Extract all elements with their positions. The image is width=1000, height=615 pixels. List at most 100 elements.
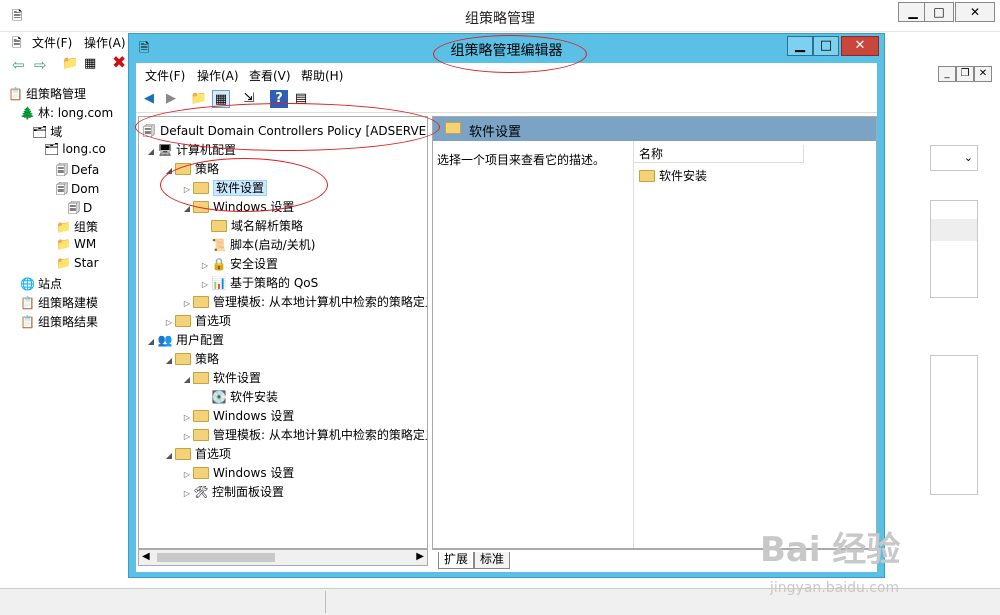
- tree-item[interactable]: 📜 脚本(启动/关机): [199, 236, 316, 255]
- bg-tree-item[interactable]: 📋 组策略结果: [20, 313, 98, 330]
- properties-icon[interactable]: ▤: [292, 90, 310, 108]
- tree-item[interactable]: ◢ 策略: [163, 350, 219, 369]
- bg-tree-item[interactable]: 📁 Star: [56, 256, 99, 270]
- editor-titlebar[interactable]: 🗎 组策略管理编辑器 ▁ □ ✕: [129, 34, 884, 62]
- delete-icon[interactable]: ✖: [112, 53, 126, 73]
- tree-item[interactable]: 💽 软件安装: [199, 388, 279, 407]
- bg-tree-item[interactable]: 🌲 林: long.com: [20, 104, 113, 121]
- bg-tree-label: 站点: [37, 277, 62, 291]
- tree-item[interactable]: ◢ 策略: [163, 160, 219, 179]
- menu-file[interactable]: 文件(F): [145, 67, 185, 84]
- tree-item[interactable]: ◢ Windows 设置: [181, 198, 294, 217]
- tree-item[interactable]: ▷ 🔒 安全设置: [199, 255, 278, 274]
- bg-dropdown[interactable]: ⌄: [930, 145, 978, 171]
- chevron-down-icon: ⌄: [963, 151, 973, 164]
- tree-item[interactable]: ◢ 首选项: [163, 445, 231, 464]
- tree-item[interactable]: ◢ 🖥 计算机配置: [145, 141, 236, 160]
- bg-tree-icon: 🗐: [56, 182, 68, 196]
- collapsed-arrow-icon[interactable]: ▷: [163, 313, 175, 332]
- bg-tree-label: D: [83, 201, 93, 215]
- list-item[interactable]: 软件安装: [639, 167, 707, 184]
- scroll-right-icon[interactable]: ▶: [416, 551, 424, 562]
- tree-item[interactable]: ◢ 👥 用户配置: [145, 331, 224, 350]
- collapsed-arrow-icon[interactable]: ▷: [199, 256, 211, 275]
- collapsed-arrow-icon[interactable]: ▷: [181, 465, 193, 484]
- bg-tree-item[interactable]: 📋 组策略建模: [20, 294, 98, 311]
- collapsed-arrow-icon[interactable]: ▷: [199, 275, 211, 294]
- control-panel-icon: 🛠: [193, 485, 209, 499]
- up-folder-icon[interactable]: 📁: [190, 90, 208, 108]
- up-folder-icon[interactable]: 📁: [62, 56, 78, 71]
- bg-menu-file[interactable]: 文件(F): [32, 34, 72, 51]
- editor-detail-pane: 软件设置 选择一个项目来查看它的描述。 名称 软件安装: [432, 116, 877, 549]
- expanded-arrow-icon[interactable]: ◢: [181, 199, 193, 218]
- tree-item[interactable]: ▷ 📊 基于策略的 QoS: [199, 274, 318, 293]
- tree-item-label: 管理模板: 从本地计算机中检索的策略定义: [213, 295, 428, 309]
- tree-item-label: 计算机配置: [176, 143, 237, 157]
- show-tree-icon[interactable]: ▦: [212, 90, 230, 108]
- tree-item[interactable]: ▷ 管理模板: 从本地计算机中检索的策略定义: [181, 426, 427, 446]
- export-icon[interactable]: ⇲: [240, 90, 258, 108]
- mdi-minimize-button[interactable]: _: [938, 66, 956, 82]
- tree-root[interactable]: 🗐 Default Domain Controllers Policy [ADSE…: [141, 122, 427, 141]
- collapsed-arrow-icon[interactable]: ▷: [181, 180, 193, 199]
- bg-tree-item[interactable]: 🗐 Dom: [56, 180, 99, 201]
- forward-icon[interactable]: ▶: [162, 90, 180, 108]
- forward-icon[interactable]: ⇨: [34, 56, 47, 74]
- bg-tree-item[interactable]: 📋 组策略管理: [8, 85, 86, 102]
- scroll-left-icon[interactable]: ◀: [142, 551, 150, 562]
- collapsed-arrow-icon[interactable]: ▷: [181, 484, 193, 503]
- bg-tree-label: WM: [73, 237, 97, 251]
- expanded-arrow-icon[interactable]: ◢: [181, 370, 193, 389]
- expanded-arrow-icon[interactable]: ◢: [145, 332, 157, 351]
- mdi-close-button[interactable]: ✕: [974, 66, 992, 82]
- expanded-arrow-icon[interactable]: ◢: [163, 446, 175, 465]
- tree-item[interactable]: ▷ 🛠 控制面板设置: [181, 483, 284, 502]
- editor-close-button[interactable]: ✕: [841, 36, 879, 56]
- tree-item-label: 软件设置: [213, 371, 262, 385]
- bg-close-button[interactable]: ✕: [955, 2, 995, 22]
- tree-item[interactable]: ▷ 软件设置: [181, 179, 268, 199]
- help-icon[interactable]: ?: [270, 90, 288, 108]
- tab-standard[interactable]: 标准: [474, 552, 511, 569]
- tree-item[interactable]: ▷ 首选项: [163, 312, 231, 331]
- collapsed-arrow-icon[interactable]: ▷: [181, 427, 193, 446]
- editor-tree: 🗐 Default Domain Controllers Policy [ADSE…: [138, 116, 428, 549]
- bg-tree-item[interactable]: 🗐 Defa: [56, 161, 99, 182]
- show-tree-icon[interactable]: ▦: [84, 56, 96, 71]
- bg-tree-item[interactable]: 🗂 域: [32, 123, 62, 140]
- bg-tree-item[interactable]: 🌐 站点: [20, 275, 62, 292]
- watermark: Bai 经验 jingyan.baidu.com: [760, 500, 1000, 610]
- collapsed-arrow-icon[interactable]: ▷: [181, 294, 193, 313]
- tree-item-label: Windows 设置: [213, 466, 295, 480]
- menu-view[interactable]: 查看(V): [249, 67, 291, 84]
- folder-icon: [445, 122, 461, 134]
- tree-item-label: 软件安装: [230, 390, 279, 404]
- menu-action[interactable]: 操作(A): [197, 67, 239, 84]
- bg-tree-item[interactable]: 🗂 long.co: [44, 142, 106, 156]
- tree-item[interactable]: ▷ Windows 设置: [181, 464, 294, 483]
- back-icon[interactable]: ⇦: [12, 56, 25, 74]
- tab-extended[interactable]: 扩展: [438, 552, 475, 569]
- expanded-arrow-icon[interactable]: ◢: [163, 351, 175, 370]
- bg-tree-item[interactable]: 🗐 D: [68, 199, 92, 220]
- bg-maximize-button[interactable]: □: [924, 2, 954, 22]
- bg-tree-item[interactable]: 📁 组策: [56, 218, 98, 235]
- expanded-arrow-icon[interactable]: ◢: [145, 142, 157, 161]
- column-header-name[interactable]: 名称: [634, 145, 804, 163]
- editor-minimize-button[interactable]: ▁: [787, 36, 813, 56]
- collapsed-arrow-icon[interactable]: ▷: [181, 408, 193, 427]
- scroll-thumb[interactable]: [157, 553, 275, 562]
- mdi-restore-button[interactable]: ❐: [956, 66, 974, 82]
- editor-maximize-button[interactable]: □: [813, 36, 839, 56]
- bg-tree-item[interactable]: 📁 WM: [56, 237, 96, 251]
- expanded-arrow-icon[interactable]: ◢: [163, 161, 175, 180]
- tree-item[interactable]: ▷ Windows 设置: [181, 407, 294, 426]
- menu-help[interactable]: 帮助(H): [301, 67, 343, 84]
- tree-horizontal-scrollbar[interactable]: ◀ ▶: [138, 549, 428, 566]
- bg-menu-action[interactable]: 操作(A): [84, 34, 126, 51]
- back-icon[interactable]: ◀: [140, 90, 158, 108]
- tree-item[interactable]: ▷ 管理模板: 从本地计算机中检索的策略定义: [181, 293, 428, 313]
- tree-item[interactable]: 域名解析策略: [199, 217, 303, 236]
- tree-item[interactable]: ◢ 软件设置: [181, 369, 261, 388]
